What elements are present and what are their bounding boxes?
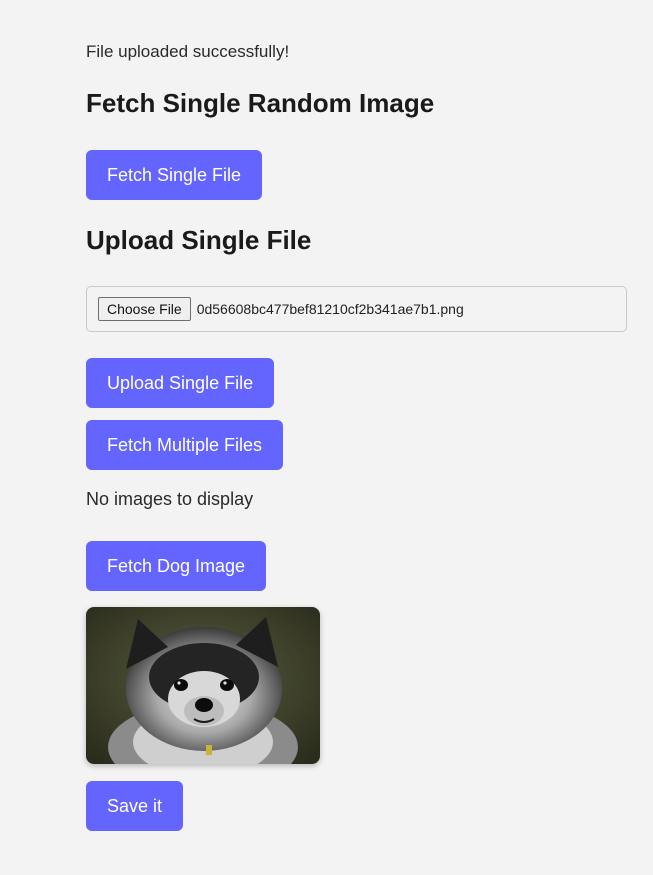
fetch-single-file-button[interactable]: Fetch Single File xyxy=(86,150,263,200)
fetch-single-heading: Fetch Single Random Image xyxy=(86,88,435,118)
upload-status-message: File uploaded successfully! xyxy=(86,42,290,61)
upload-single-heading: Upload Single File xyxy=(86,225,312,255)
fetch-dog-image-button[interactable]: Fetch Dog Image xyxy=(86,541,267,591)
selected-file-name: 0d56608bc477bef81210cf2b341ae7b1.png xyxy=(196,301,464,317)
choose-file-button[interactable]: Choose File xyxy=(98,297,191,321)
dog-image xyxy=(86,607,320,764)
upload-single-file-button[interactable]: Upload Single File xyxy=(86,358,275,408)
file-input[interactable]: Choose File 0d56608bc477bef81210cf2b341a… xyxy=(86,286,627,332)
dog-photo-illustration xyxy=(86,607,320,764)
save-it-button[interactable]: Save it xyxy=(86,781,184,831)
fetch-multiple-files-button[interactable]: Fetch Multiple Files xyxy=(86,420,284,470)
no-images-message: No images to display xyxy=(86,489,254,509)
